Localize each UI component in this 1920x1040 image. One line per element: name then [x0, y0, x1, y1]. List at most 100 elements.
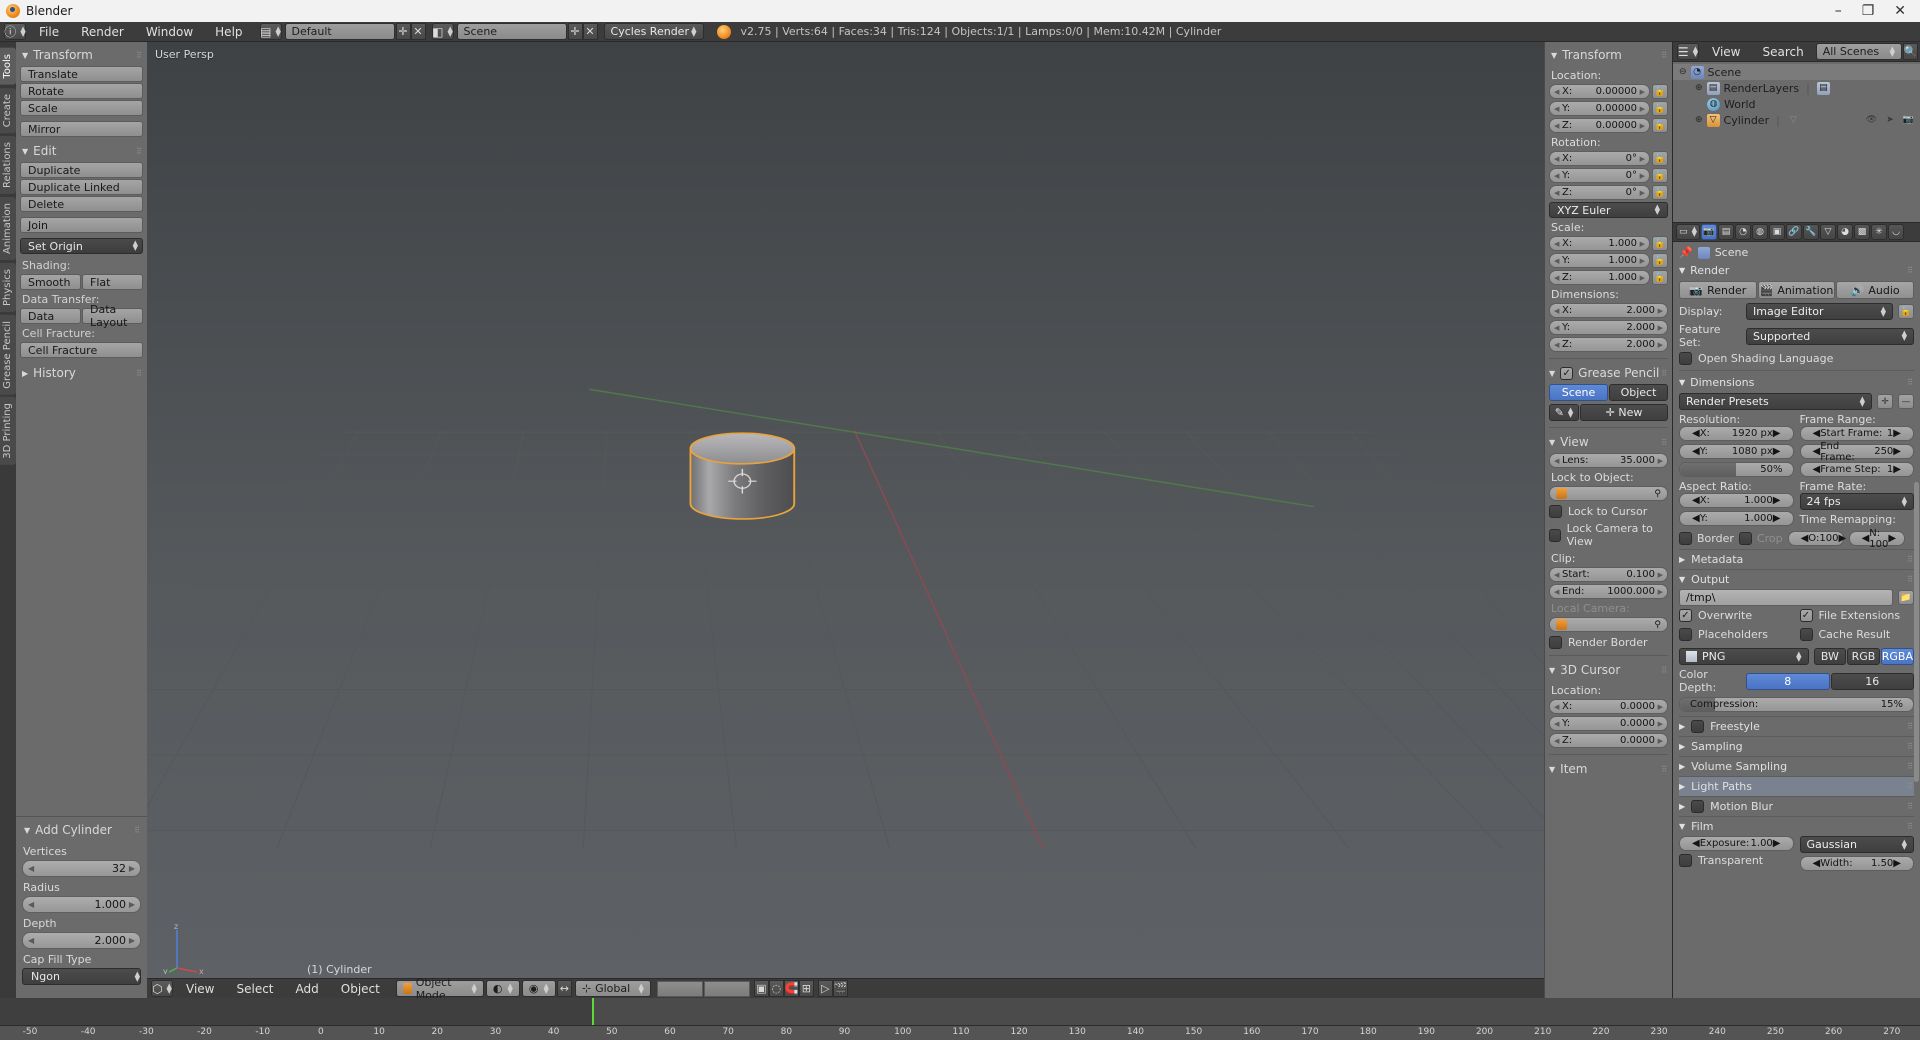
- radius-field[interactable]: ◀ 1.000 ▶: [22, 896, 141, 913]
- overwrite-checkbox[interactable]: ✓: [1679, 609, 1692, 622]
- clip-end-field[interactable]: ◀ End: 1000.000 ▶: [1549, 584, 1668, 599]
- increment-arrow-icon[interactable]: ▶: [1838, 533, 1846, 544]
- motion-blur-panel-header[interactable]: ▶ Motion Blur ⠿: [1679, 796, 1914, 816]
- transform-orientation-selector[interactable]: ⊹ Global ▲ ▼: [574, 980, 651, 997]
- scene-layers-widget[interactable]: [656, 980, 750, 997]
- lock-to-object-field[interactable]: ⚲: [1549, 486, 1668, 501]
- decrement-arrow-icon[interactable]: ◀: [1554, 257, 1559, 265]
- item-panel-header[interactable]: ▼ Item ⠿: [1549, 760, 1668, 780]
- view-panel-header[interactable]: ▼ View ⠿: [1549, 433, 1668, 453]
- placeholders-row[interactable]: Placeholders: [1679, 628, 1794, 641]
- screen-layout-selector[interactable]: Default: [284, 23, 395, 40]
- tool-tab-3d-printing[interactable]: 3D Printing: [0, 397, 16, 466]
- increment-arrow-icon[interactable]: ▶: [1640, 122, 1645, 130]
- n-transform-panel-header[interactable]: ▼ Transform ⠿: [1549, 46, 1668, 66]
- lock-location-z-icon[interactable]: 🔓: [1652, 118, 1668, 133]
- add-screen-layout-button[interactable]: ✛: [395, 23, 411, 40]
- motion-blur-checkbox[interactable]: [1691, 800, 1705, 813]
- collapse-expander-icon[interactable]: ⊖: [1679, 67, 1687, 77]
- decrement-arrow-icon[interactable]: ◀: [1554, 341, 1559, 349]
- render-border-row[interactable]: Render Border: [1549, 636, 1668, 649]
- cache-result-row[interactable]: Cache Result: [1799, 628, 1915, 641]
- menu-window[interactable]: Window: [135, 22, 204, 42]
- aspect-x-field[interactable]: ◀ X: 1.000 ▶: [1679, 493, 1794, 508]
- gp-datablock-browse-icon[interactable]: ✎ ▲ ▼: [1549, 404, 1579, 421]
- properties-editor[interactable]: 📌 Scene ▼ Render ⠿ 📷 Render 🎬 Animation: [1673, 242, 1920, 998]
- film-panel-header[interactable]: ▼ Film ⠿: [1679, 816, 1914, 836]
- transform-panel-header[interactable]: ▼ Transform ⠿: [20, 46, 143, 66]
- osl-row[interactable]: Open Shading Language: [1679, 352, 1914, 365]
- increment-arrow-icon[interactable]: ▶: [1893, 446, 1901, 457]
- dimension-x-field[interactable]: ◀ X: 2.000 ▶: [1549, 303, 1668, 318]
- outliner-row-renderlayers[interactable]: ⊕ ▤ RenderLayers | ▤: [1673, 80, 1920, 96]
- placeholders-checkbox[interactable]: [1679, 628, 1692, 641]
- rotation-x-field[interactable]: ◀ X: 0° ▶: [1549, 151, 1650, 166]
- increment-arrow-icon[interactable]: ▶: [1658, 457, 1663, 465]
- scale-y-field[interactable]: ◀ Y: 1.000 ▶: [1549, 253, 1650, 268]
- render-animation-button[interactable]: 🎬 Animation: [1757, 281, 1836, 299]
- dimension-y-field[interactable]: ◀ Y: 2.000 ▶: [1549, 320, 1668, 335]
- scene-browse-icon[interactable]: ◧ ▲ ▼: [431, 23, 454, 40]
- rotate-button[interactable]: Rotate: [20, 83, 143, 99]
- grease-pencil-panel-header[interactable]: ▼ ✓ Grease Pencil ⠿: [1549, 364, 1668, 384]
- render-presets-dropdown[interactable]: Render Presets ▲ ▼: [1679, 393, 1872, 410]
- open-file-browser-icon[interactable]: 📁: [1898, 590, 1914, 605]
- lock-layers-button[interactable]: ▣: [753, 980, 769, 997]
- vertices-field[interactable]: ◀ 32 ▶: [22, 860, 141, 877]
- color-mode-rgb-button[interactable]: RGB: [1847, 648, 1880, 665]
- decrement-arrow-icon[interactable]: ◀: [1554, 703, 1559, 711]
- transparent-checkbox[interactable]: [1679, 854, 1692, 867]
- translate-button[interactable]: Translate: [20, 66, 143, 82]
- decrement-arrow-icon[interactable]: ◀: [1554, 737, 1559, 745]
- increment-arrow-icon[interactable]: ▶: [1658, 324, 1663, 332]
- color-depth-16-button[interactable]: 16: [1830, 672, 1914, 690]
- decrement-arrow-icon[interactable]: ◀: [1554, 122, 1559, 130]
- decrement-arrow-icon[interactable]: ◀: [1554, 88, 1559, 96]
- tool-tab-physics[interactable]: Physics: [0, 262, 16, 312]
- editor-type-outliner-icon[interactable]: ☰ ▲ ▼: [1677, 43, 1699, 60]
- increment-arrow-icon[interactable]: ▶: [1640, 257, 1645, 265]
- tool-tab-grease-pencil[interactable]: Grease Pencil: [0, 314, 16, 395]
- tool-tab-animation[interactable]: Animation: [0, 196, 16, 260]
- add-scene-button[interactable]: ✛: [567, 23, 583, 40]
- increment-arrow-icon[interactable]: ▶: [1888, 533, 1896, 544]
- data-layout-transfer-button[interactable]: Data Layout: [82, 303, 143, 329]
- increment-arrow-icon[interactable]: ▶: [1640, 274, 1645, 282]
- clip-start-field[interactable]: ◀ Start: 0.100 ▶: [1549, 567, 1668, 582]
- decrement-arrow-icon[interactable]: ◀: [1554, 571, 1559, 579]
- menu-file[interactable]: File: [28, 22, 70, 42]
- lock-camera-to-view-checkbox[interactable]: [1549, 528, 1561, 542]
- dimensions-panel-header[interactable]: ▼ Dimensions ⠿: [1679, 370, 1914, 389]
- mesh-data-icon[interactable]: ▽: [1787, 114, 1800, 127]
- remove-preset-button[interactable]: —: [1898, 394, 1914, 409]
- color-mode-bw-button[interactable]: BW: [1813, 648, 1847, 665]
- increment-arrow-icon[interactable]: ▶: [1773, 446, 1781, 457]
- decrement-arrow-icon[interactable]: ◀: [1554, 720, 1559, 728]
- aspect-y-field[interactable]: ◀ Y: 1.000 ▶: [1679, 511, 1794, 526]
- metadata-panel-header[interactable]: ▶ Metadata ⠿: [1679, 549, 1914, 569]
- increment-arrow-icon[interactable]: ▶: [1658, 307, 1663, 315]
- outliner-row-scene[interactable]: ⊖ ◔ Scene: [1673, 64, 1920, 80]
- increment-arrow-icon[interactable]: ▶: [1640, 240, 1645, 248]
- cell-fracture-button[interactable]: Cell Fracture: [20, 342, 143, 358]
- end-frame-field[interactable]: ◀ End Frame: 250 ▶: [1799, 441, 1914, 463]
- render-image-button[interactable]: 📷 Render: [1679, 281, 1757, 299]
- display-dropdown[interactable]: Image Editor ▲ ▼: [1746, 303, 1893, 320]
- resolution-x-field[interactable]: ◀ X: 1920 px ▶: [1679, 426, 1794, 441]
- resolution-y-field[interactable]: ◀ Y: 1080 px ▶: [1679, 444, 1794, 459]
- expand-expander-icon[interactable]: ⊕: [1695, 83, 1703, 93]
- decrement-arrow-icon[interactable]: ◀: [1692, 495, 1700, 506]
- eyedropper-icon[interactable]: ⚲: [1654, 620, 1661, 630]
- duplicate-linked-button[interactable]: Duplicate Linked: [20, 179, 143, 195]
- decrement-arrow-icon[interactable]: ◀: [1692, 838, 1700, 849]
- location-z-field[interactable]: ◀ Z: 0.00000 ▶: [1549, 118, 1650, 133]
- increment-arrow-icon[interactable]: ▶: [1658, 571, 1663, 579]
- editor-type-3dview-icon[interactable]: ⬡ ▲ ▼: [151, 980, 173, 997]
- properties-scrollbar[interactable]: [1914, 482, 1919, 782]
- increment-arrow-icon[interactable]: ▶: [1773, 495, 1781, 506]
- outliner-row-world[interactable]: ◍ World: [1673, 96, 1920, 112]
- shade-smooth-button[interactable]: Smooth: [20, 274, 81, 290]
- viewport-menu-view[interactable]: View: [175, 979, 225, 999]
- frame-step-field[interactable]: ◀ Frame Step: 1 ▶: [1799, 462, 1914, 477]
- timeline-track[interactable]: [0, 998, 1920, 1026]
